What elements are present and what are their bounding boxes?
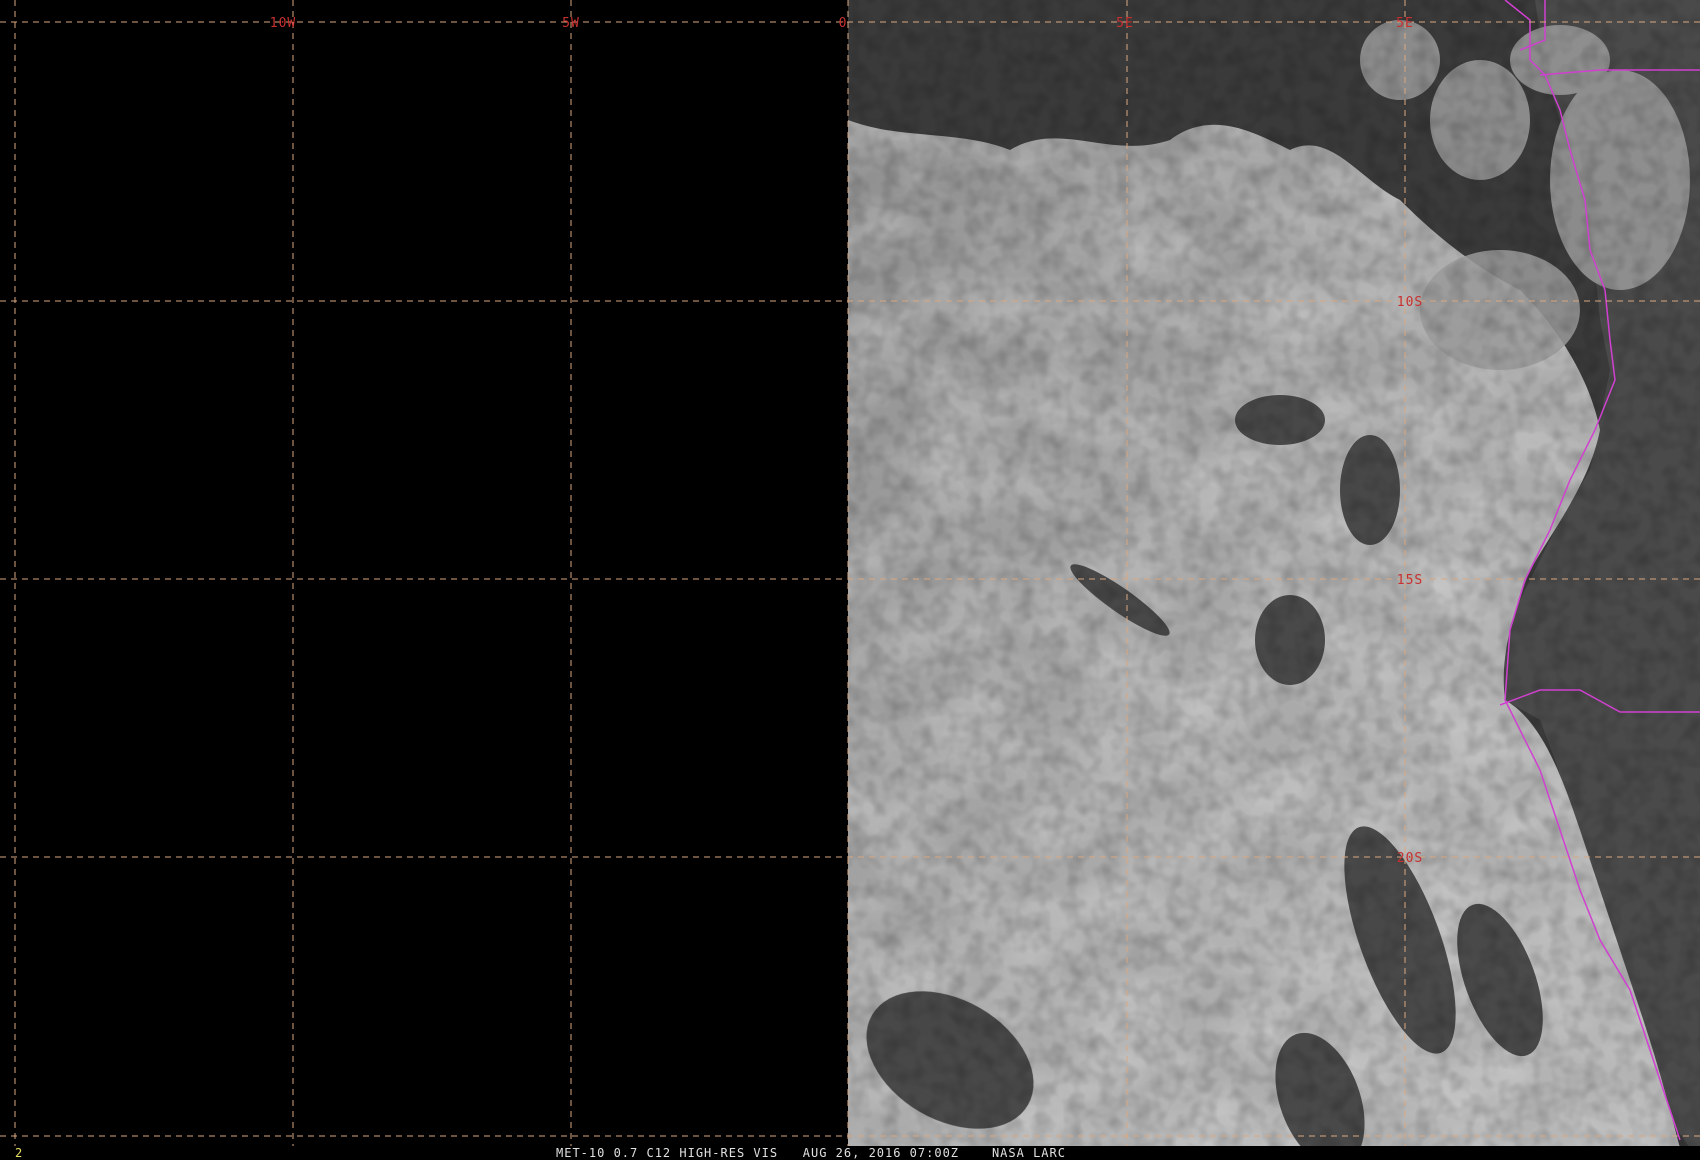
no-data-area (0, 0, 848, 1148)
satellite-map: 10W 5W 0 5E 5E 10S 15S 20S (0, 0, 1700, 1148)
image-credit: NASA LARC (991, 1146, 1066, 1160)
satellite-image-viewer: 10W 5W 0 5E 5E 10S 15S 20S 2 MET-10 0.7 C12 HIG… (0, 0, 1700, 1160)
longitude-label: 10W (270, 16, 296, 31)
longitude-label: 5E (1396, 16, 1414, 31)
longitude-label: 5W (562, 16, 580, 31)
image-caption: MET-10 0.7 C12 HIGH-RES VIS AUG 26, 2016… (556, 1146, 1066, 1160)
frame-number: 2 (15, 1146, 24, 1160)
image-datetime: AUG 26, 2016 07:00Z (802, 1146, 960, 1160)
image-caption-bar: 2 MET-10 0.7 C12 HIGH-RES VIS AUG 26, 20… (0, 1146, 1700, 1160)
longitude-label: 5E (1116, 16, 1134, 31)
latitude-label: 10S (1397, 295, 1423, 310)
longitude-label: 0 (839, 16, 848, 31)
latitude-label: 15S (1397, 573, 1423, 588)
latitude-label: 20S (1397, 851, 1423, 866)
product-name: MET-10 0.7 C12 HIGH-RES VIS (556, 1146, 779, 1160)
